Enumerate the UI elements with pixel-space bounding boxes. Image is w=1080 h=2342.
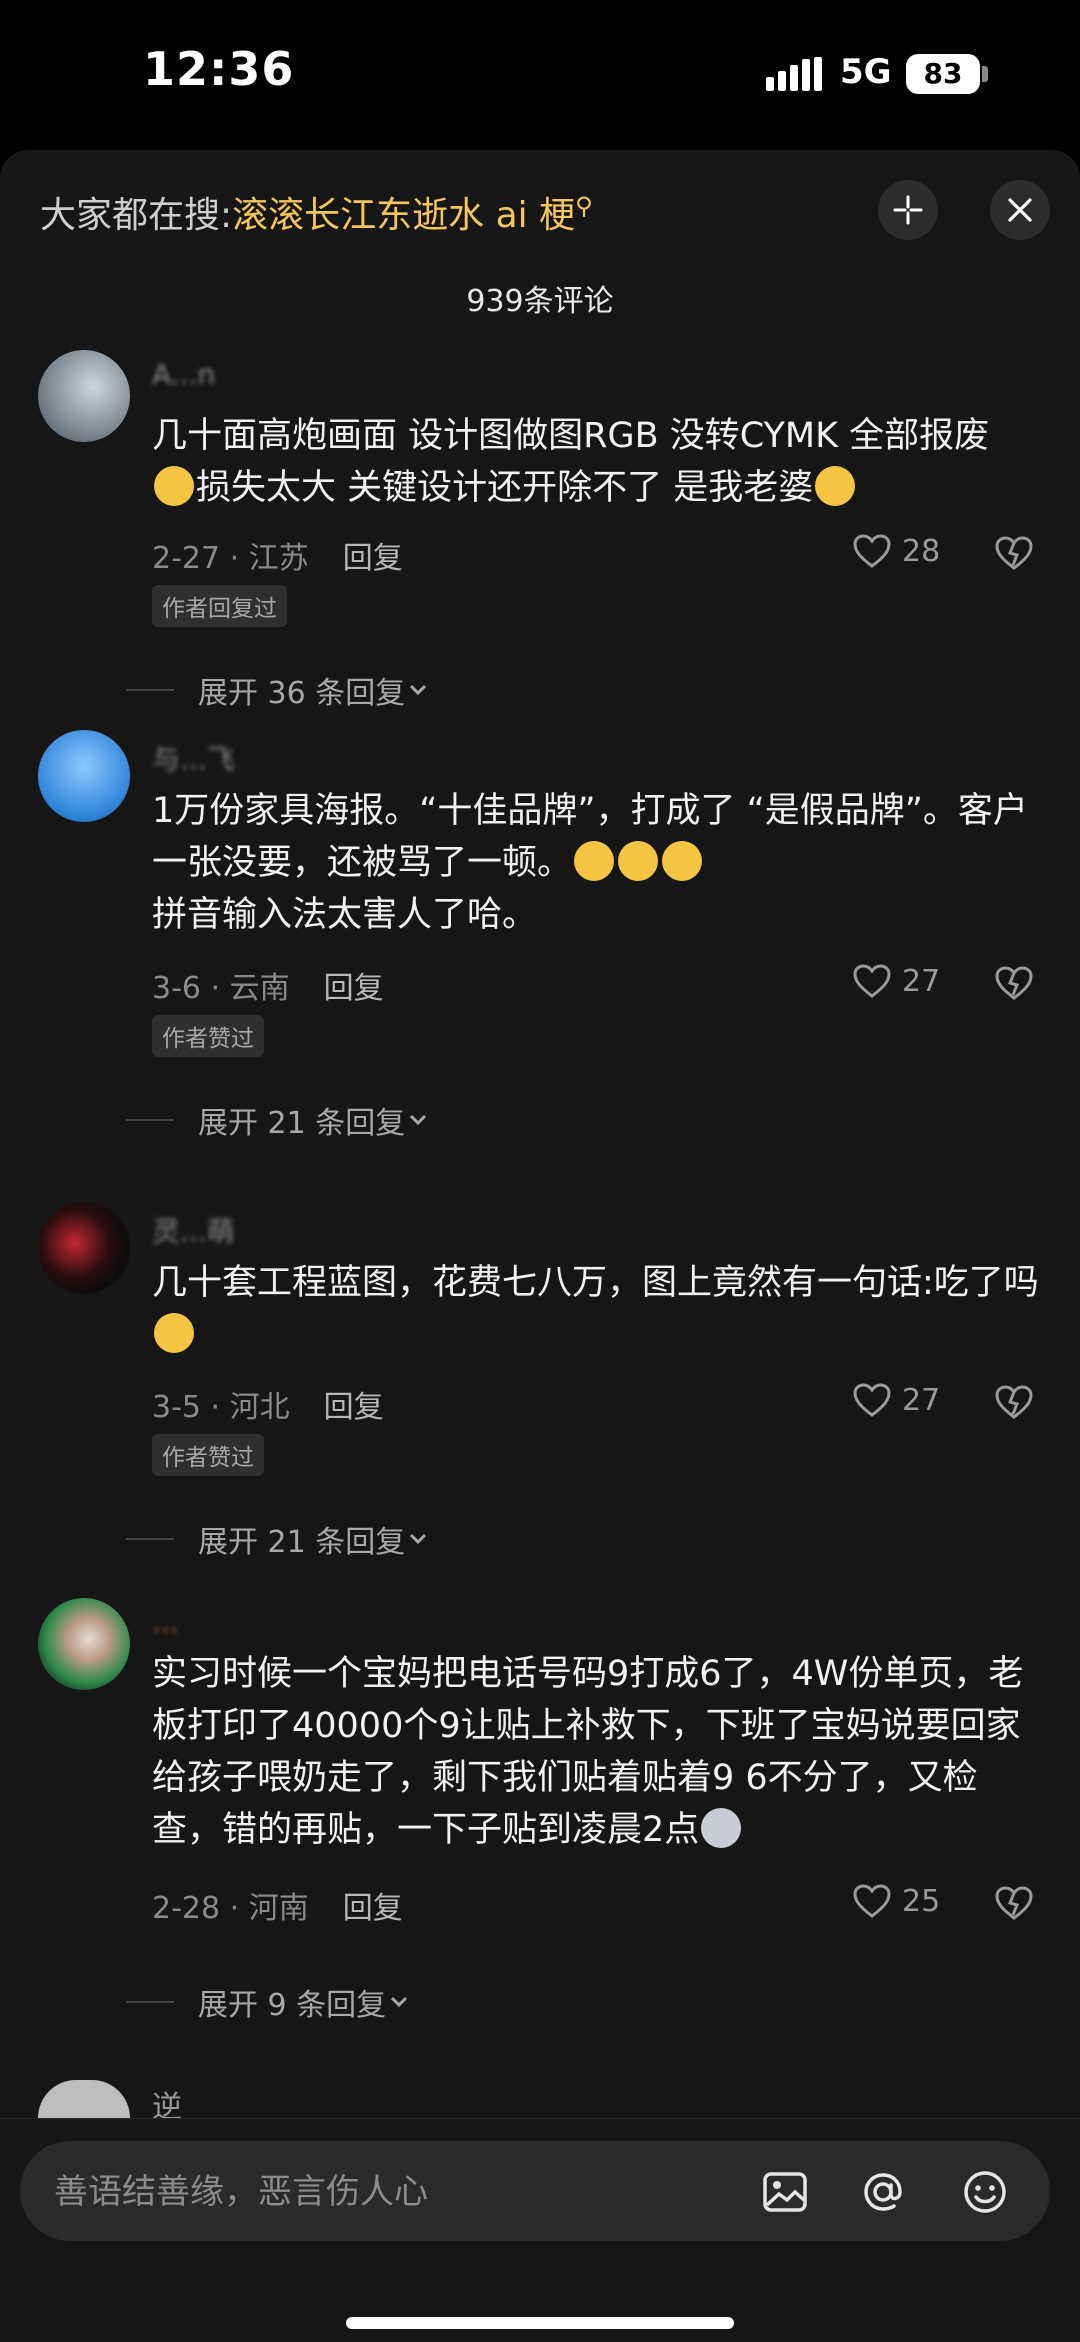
emoji-icon[interactable]	[960, 2167, 1010, 2217]
cat-emoji-icon	[701, 1808, 742, 1848]
comments-sheet: 大家都在搜:滚滚长江东逝水 ai 梗⚲ 939条评论 A...n 几十面高炮画面…	[0, 150, 1080, 2341]
avatar[interactable]	[38, 1598, 130, 1690]
pleading-emoji-icon	[574, 841, 615, 881]
dizzy-emoji-icon	[154, 1313, 194, 1353]
comment-username[interactable]: ...	[152, 1606, 179, 1639]
signal-icon	[766, 57, 822, 91]
comment-text-line: 损失太大 关键设计还开除不了 是我老婆	[196, 468, 814, 508]
heart-icon	[853, 534, 891, 568]
reply-button[interactable]: 回复	[324, 1390, 384, 1425]
comment-date: 2-28 · 河南	[152, 1891, 309, 1926]
comment-meta: 3-6 · 云南 回复	[152, 963, 384, 1007]
expand-replies-button[interactable]: 展开 21 条回复	[126, 1098, 431, 1142]
like-button[interactable]: 27	[852, 963, 940, 999]
comment-text: 1万份家具海报。“十佳品牌”，打成了 “是假品牌”。客户一张没要，还被骂了一顿。…	[152, 785, 1042, 941]
pleading-emoji-icon	[618, 841, 659, 881]
battery-cap	[982, 66, 988, 82]
author-badge: 作者赞过	[152, 1015, 264, 1057]
expand-label: 展开 36 条回复	[198, 676, 406, 711]
comment-input-bar	[0, 2118, 1080, 2342]
dislike-icon[interactable]	[994, 1384, 1034, 1420]
avatar[interactable]	[38, 730, 130, 822]
like-count: 27	[902, 1382, 941, 1418]
expand-replies-button[interactable]: 展开 36 条回复	[126, 668, 431, 712]
expand-label: 展开 9 条回复	[198, 1988, 387, 2023]
chevron-down-icon	[391, 1996, 408, 2008]
dislike-icon[interactable]	[994, 965, 1034, 1001]
sweat-smile-emoji-icon	[154, 466, 194, 506]
status-bar: 12:36 5G 83	[0, 0, 1080, 150]
comment-date: 2-27 · 江苏	[152, 541, 309, 576]
close-button[interactable]	[990, 180, 1050, 240]
comment-input-wrapper[interactable]	[20, 2141, 1050, 2243]
avatar[interactable]	[38, 2080, 130, 2118]
comment-meta: 2-28 · 河南 回复	[152, 1883, 403, 1927]
avatar[interactable]	[38, 350, 130, 442]
author-badge: 作者回复过	[152, 585, 287, 627]
search-icon: ⚲	[575, 192, 593, 220]
reply-button[interactable]: 回复	[343, 1891, 403, 1926]
divider	[126, 2001, 174, 2003]
comment-text: 几十面高炮画面 设计图做图RGB 没转CYMK 全部报废 损失太大 关键设计还开…	[152, 410, 1042, 514]
minimize-icon	[893, 195, 923, 225]
comment-text-line: 拼音输入法太害人了哈。	[152, 895, 538, 935]
like-count: 25	[902, 1883, 941, 1919]
like-count: 28	[902, 533, 941, 569]
chevron-down-icon	[410, 1533, 427, 1545]
expand-label: 展开 21 条回复	[198, 1106, 406, 1141]
dislike-icon[interactable]	[994, 1885, 1034, 1921]
rofl-emoji-icon	[815, 466, 856, 506]
chevron-down-icon	[410, 684, 427, 696]
pleading-emoji-icon	[662, 841, 703, 881]
comment-text: 几十套工程蓝图，花费七八万，图上竟然有一句话:吃了吗	[152, 1257, 1042, 1361]
minimize-button[interactable]	[878, 180, 938, 240]
status-time: 12:36	[143, 42, 295, 96]
trending-search[interactable]: 大家都在搜:滚滚长江东逝水 ai 梗⚲	[40, 186, 593, 238]
author-badge: 作者赞过	[152, 1434, 264, 1476]
comment-date: 3-6 · 云南	[152, 971, 290, 1006]
heart-icon	[853, 964, 891, 998]
home-indicator[interactable]	[346, 2317, 734, 2329]
comment-username[interactable]: 灵...萌	[152, 1210, 235, 1250]
like-button[interactable]: 27	[852, 1382, 940, 1418]
comment-text-line: 几十套工程蓝图，花费七八万，图上竟然有一句话:吃了吗	[152, 1263, 1039, 1303]
comment-input[interactable]	[52, 2141, 756, 2243]
close-icon	[1008, 198, 1032, 222]
network-type: 5G	[840, 52, 892, 92]
comment-count: 939条评论	[466, 284, 614, 319]
expand-replies-button[interactable]: 展开 9 条回复	[126, 1980, 412, 2024]
like-button[interactable]: 25	[852, 1883, 940, 1919]
divider	[126, 689, 174, 691]
comment-text-line: 实习时候一个宝妈把电话号码9打成6了，4W份单页，老板打印了40000个9让贴上…	[152, 1654, 1024, 1850]
trending-search-prefix: 大家都在搜:	[40, 195, 233, 236]
expand-label: 展开 21 条回复	[198, 1525, 406, 1560]
reply-button[interactable]: 回复	[324, 971, 384, 1006]
expand-replies-button[interactable]: 展开 21 条回复	[126, 1517, 431, 1561]
dislike-icon[interactable]	[994, 535, 1034, 571]
comment-text-line: 几十面高炮画面 设计图做图RGB 没转CYMK 全部报废	[152, 416, 990, 456]
divider	[126, 1538, 174, 1540]
at-icon[interactable]	[858, 2167, 908, 2217]
reply-button[interactable]: 回复	[343, 541, 403, 576]
comment-date: 3-5 · 河北	[152, 1390, 290, 1425]
avatar[interactable]	[38, 1202, 130, 1294]
like-button[interactable]: 28	[852, 533, 940, 569]
image-icon[interactable]	[760, 2167, 810, 2217]
like-count: 27	[902, 963, 941, 999]
trending-search-term[interactable]: 滚滚长江东逝水 ai 梗	[232, 195, 575, 236]
heart-icon	[853, 1884, 891, 1918]
heart-icon	[853, 1383, 891, 1417]
divider	[126, 1119, 174, 1121]
chevron-down-icon	[410, 1114, 427, 1126]
comment-username[interactable]: 与...飞	[152, 738, 235, 778]
comment-meta: 3-5 · 河北 回复	[152, 1382, 384, 1426]
battery-indicator: 83	[906, 54, 980, 94]
comment-username[interactable]: A...n	[152, 358, 215, 391]
comment-text: 实习时候一个宝妈把电话号码9打成6了，4W份单页，老板打印了40000个9让贴上…	[152, 1648, 1042, 1856]
comment-meta: 2-27 · 江苏 回复	[152, 533, 403, 577]
